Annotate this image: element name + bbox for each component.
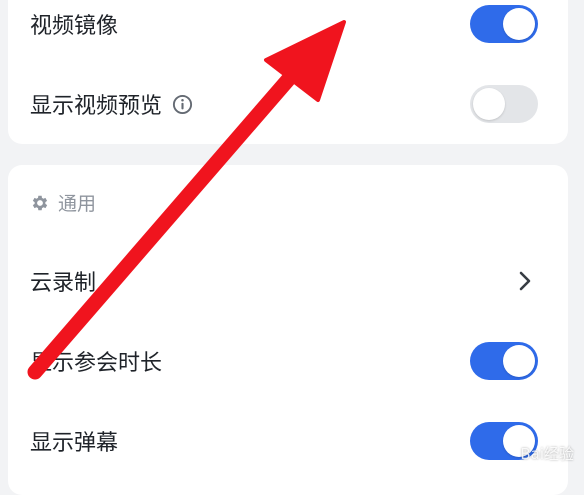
info-icon[interactable] — [172, 94, 193, 115]
section-header-general: 通用 — [30, 189, 96, 216]
meeting-duration-toggle[interactable] — [470, 342, 538, 380]
toggle-knob — [503, 8, 535, 40]
video-settings-card: 视频镜像 显示视频预览 — [8, 0, 568, 144]
setting-label-video-preview-wrap: 显示视频预览 — [30, 88, 193, 120]
chevron-right-icon[interactable] — [518, 270, 532, 292]
setting-row-video-mirror[interactable]: 视频镜像 — [8, 0, 568, 64]
toggle-knob — [503, 345, 535, 377]
toggle-knob — [473, 88, 505, 120]
setting-row-bullet-comments[interactable]: 显示弹幕 — [8, 401, 568, 481]
setting-row-cloud-recording[interactable]: 云录制 — [8, 241, 568, 321]
video-preview-toggle[interactable] — [470, 85, 538, 123]
setting-label-cloud-recording: 云录制 — [30, 271, 97, 296]
section-header-label: 通用 — [58, 193, 97, 215]
general-settings-card: 通用 云录制 显示参会时长 显示弹幕 — [8, 165, 568, 495]
setting-label-video-preview: 显示视频预览 — [30, 94, 163, 119]
video-mirror-toggle[interactable] — [470, 5, 538, 43]
setting-label-bullet-comments: 显示弹幕 — [30, 431, 119, 456]
bullet-comments-toggle[interactable] — [470, 422, 538, 460]
toggle-knob — [503, 425, 535, 457]
setting-label-meeting-duration: 显示参会时长 — [30, 351, 163, 376]
setting-row-meeting-duration[interactable]: 显示参会时长 — [8, 321, 568, 401]
setting-row-video-preview[interactable]: 显示视频预览 — [8, 64, 568, 144]
setting-label-video-mirror: 视频镜像 — [30, 14, 119, 39]
gear-icon — [32, 195, 48, 210]
